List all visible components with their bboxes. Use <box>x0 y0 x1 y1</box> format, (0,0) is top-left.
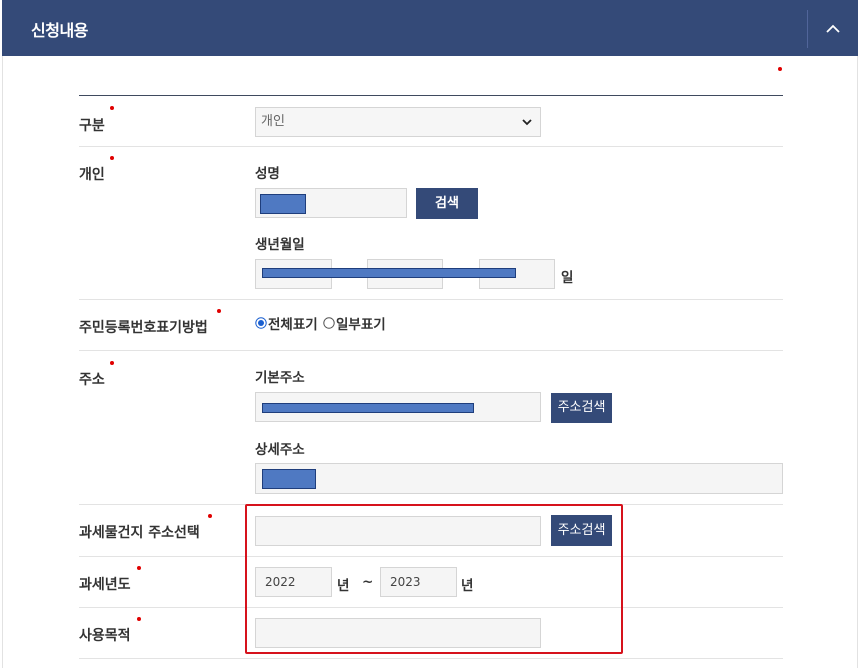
category-label: 구분 <box>79 118 105 134</box>
section-header: 신청내용 <box>2 0 858 56</box>
radio-full-display[interactable]: 전체표기 <box>255 313 318 333</box>
individual-label: 개인 <box>79 167 105 183</box>
form-top-border <box>79 95 783 96</box>
address-search-button[interactable]: 주소검색 <box>551 393 612 423</box>
name-label: 성명 <box>255 166 280 182</box>
required-dot <box>110 106 114 110</box>
required-dot <box>137 566 141 570</box>
basic-address-label: 기본주소 <box>255 370 305 386</box>
radio-unchecked-icon <box>323 317 335 329</box>
name-search-button[interactable]: 검색 <box>416 188 478 219</box>
detail-address-input[interactable] <box>255 463 783 494</box>
radio-partial-display[interactable]: 일부표기 <box>323 313 386 333</box>
highlight-box <box>245 504 623 654</box>
row-divider <box>79 658 783 659</box>
chevron-down-icon <box>522 119 532 126</box>
collapse-button[interactable] <box>808 0 858 56</box>
address-label: 주소 <box>79 372 105 388</box>
required-dot <box>208 514 212 518</box>
radio-full-label: 전체표기 <box>268 317 318 333</box>
redacted-name <box>260 194 306 214</box>
required-dot <box>217 309 221 313</box>
radio-checked-icon <box>255 317 267 329</box>
id-display-label: 주민등록번호표기방법 <box>79 320 208 336</box>
category-select[interactable]: 개인 <box>255 107 541 137</box>
redacted-birthdate <box>262 268 516 278</box>
row-divider <box>79 350 783 351</box>
purpose-label: 사용목적 <box>79 628 131 644</box>
tax-address-label: 과세물건지 주소선택 <box>79 525 200 541</box>
section-title: 신청내용 <box>31 21 88 40</box>
row-divider <box>79 146 783 147</box>
category-select-value: 개인 <box>261 114 285 129</box>
tax-year-label: 과세년도 <box>79 577 131 593</box>
required-dot <box>110 156 114 160</box>
redacted-detail-address <box>262 469 316 489</box>
birth-label: 생년월일 <box>255 237 305 253</box>
redacted-basic-address <box>262 403 474 413</box>
row-divider <box>79 299 783 300</box>
required-dot <box>137 617 141 621</box>
chevron-up-icon <box>826 24 840 33</box>
radio-partial-label: 일부표기 <box>336 317 386 333</box>
day-unit: 일 <box>561 270 574 286</box>
detail-address-label: 상세주소 <box>255 442 305 458</box>
required-dot <box>110 361 114 365</box>
required-marker <box>778 67 782 71</box>
